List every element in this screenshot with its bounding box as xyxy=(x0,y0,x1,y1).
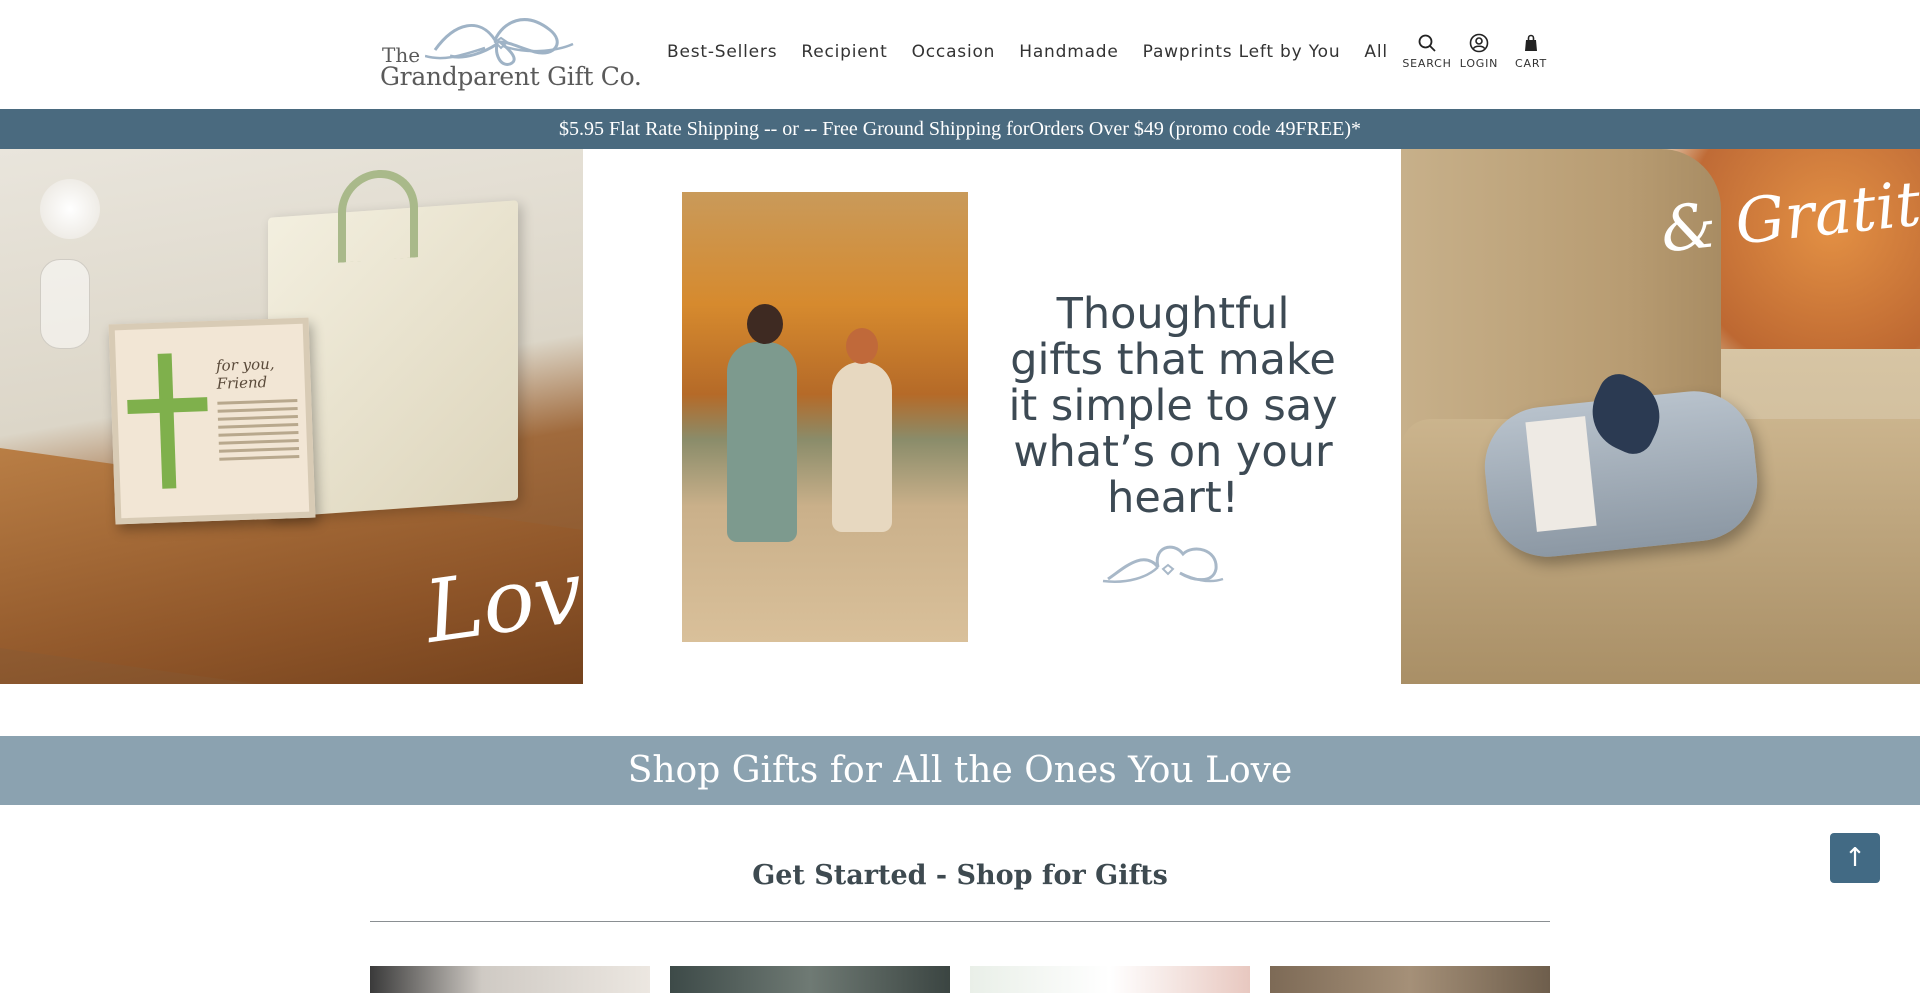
nav-pawprints[interactable]: Pawprints Left by You xyxy=(1143,42,1341,62)
person-two xyxy=(832,328,892,532)
header-icons: SEARCH LOGIN CART xyxy=(1402,33,1552,70)
cart-button[interactable]: CART xyxy=(1510,33,1552,70)
ribbon-bow-icon xyxy=(425,18,574,66)
category-tile[interactable] xyxy=(1270,966,1550,993)
login-label: LOGIN xyxy=(1459,57,1499,70)
card-text-lines xyxy=(217,399,300,466)
nav-recipient[interactable]: Recipient xyxy=(801,42,887,62)
login-button[interactable]: LOGIN xyxy=(1458,33,1500,70)
back-to-top-button[interactable]: ↑ xyxy=(1830,833,1880,883)
search-icon xyxy=(1418,34,1436,52)
nav-handmade[interactable]: Handmade xyxy=(1019,42,1118,62)
category-tile[interactable] xyxy=(670,966,950,993)
category-tile[interactable] xyxy=(370,966,650,993)
hero-tagline: Thoughtful gifts that make it simple to … xyxy=(1008,289,1338,523)
cart-label: CART xyxy=(1515,57,1547,70)
white-rose-image xyxy=(40,179,100,239)
site-logo[interactable]: The Grandparent Gift Co. xyxy=(380,12,642,98)
section-divider xyxy=(370,921,1550,922)
section-title: Get Started - Shop for Gifts xyxy=(752,860,1168,891)
card-title: for you, Friend xyxy=(215,354,275,393)
user-icon xyxy=(1469,33,1489,53)
nav-all[interactable]: All xyxy=(1364,42,1387,62)
hero-left-image: for you, Friend Love xyxy=(0,149,583,684)
gift-category-grid xyxy=(370,966,1550,993)
hero-middle-panel: Thoughtful gifts that make it simple to … xyxy=(583,149,1401,684)
nav-occasion[interactable]: Occasion xyxy=(912,42,996,62)
bag-icon xyxy=(1525,34,1537,51)
gift-tag-image xyxy=(1525,416,1597,532)
search-button[interactable]: SEARCH xyxy=(1402,33,1451,70)
nav-best-sellers[interactable]: Best-Sellers xyxy=(667,42,777,62)
hero-banner[interactable]: for you, Friend Love Thoughtful gifts th… xyxy=(0,149,1920,684)
arrow-up-icon: ↑ xyxy=(1844,843,1866,873)
main-nav: Best-Sellers Recipient Occasion Handmade… xyxy=(667,42,1412,62)
site-header: The Grandparent Gift Co. Best-Sellers Re… xyxy=(0,0,1920,109)
cross-horizontal xyxy=(127,397,208,414)
glass-vase-image xyxy=(40,259,90,349)
shop-gifts-banner: Shop Gifts for All the Ones You Love xyxy=(0,736,1920,805)
search-label: SEARCH xyxy=(1402,57,1452,70)
person-one xyxy=(727,304,797,542)
cross-vertical xyxy=(157,353,177,489)
hero-photo-friends xyxy=(682,192,968,642)
logo-text-name: Grandparent Gift Co. xyxy=(380,62,642,91)
friend-cross-gift-image: for you, Friend xyxy=(108,317,316,525)
gift-bag-handle xyxy=(338,167,418,263)
category-tile[interactable] xyxy=(970,966,1250,993)
ribbon-bow-icon xyxy=(1102,545,1224,583)
shipping-announcement-bar[interactable]: $5.95 Flat Rate Shipping -- or -- Free G… xyxy=(0,109,1920,149)
